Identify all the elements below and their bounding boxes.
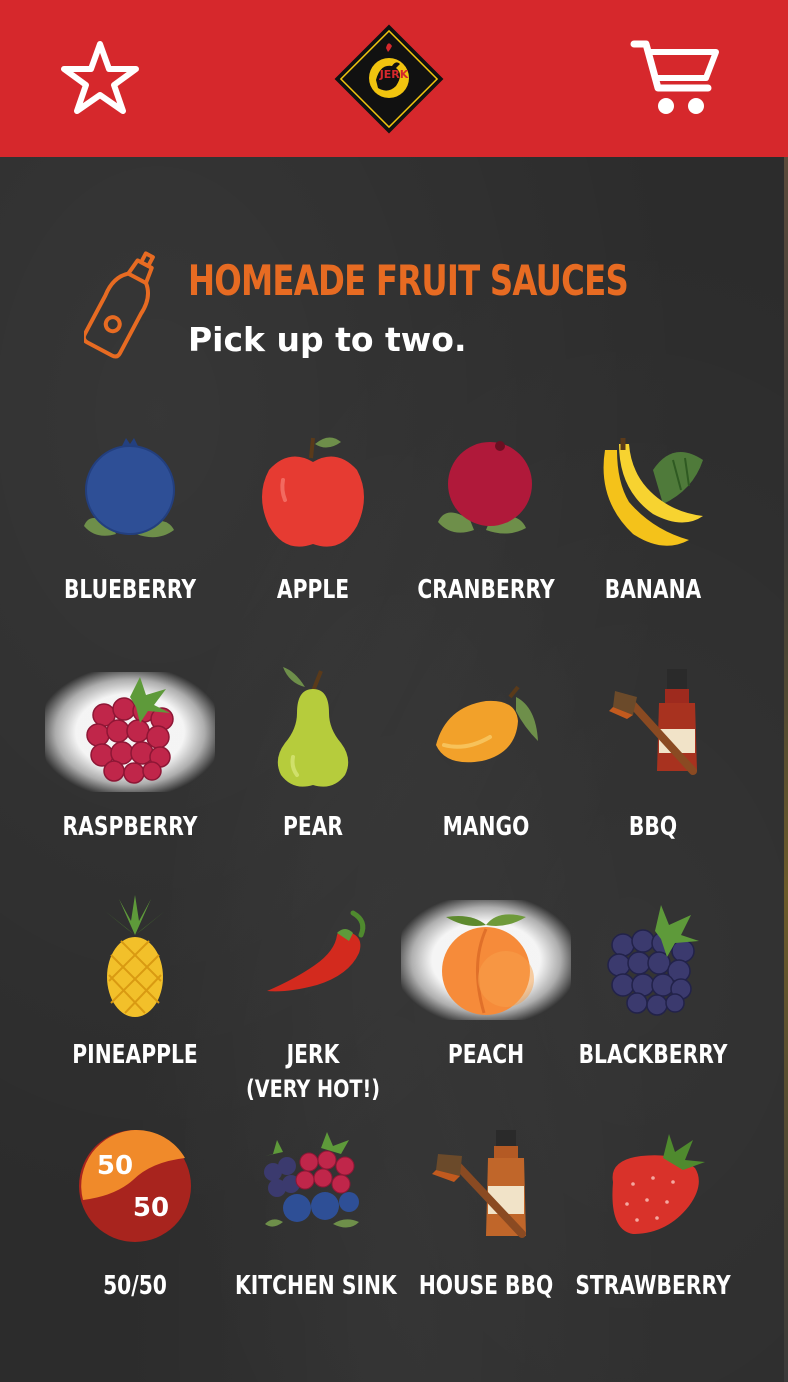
badge-top: 50 (97, 1151, 133, 1181)
sauce-option-blueberry[interactable]: BLUEBERRY (40, 430, 220, 630)
apple-icon (262, 437, 364, 547)
chili-pepper-icon (267, 910, 366, 992)
sauce-label: MANGO (442, 812, 530, 842)
sauce-label: PEACH (447, 1040, 525, 1070)
logo-label: JERK (379, 68, 409, 81)
sauce-option-pineapple[interactable]: PINEAPPLE (45, 895, 225, 1095)
favorites-button[interactable] (50, 28, 150, 128)
mango-icon (436, 685, 538, 763)
sauce-option-blackberry[interactable]: BLACKBERRY (563, 895, 743, 1095)
sauce-option-raspberry[interactable]: RASPBERRY (40, 667, 220, 867)
sauce-option-fifty-fifty[interactable]: 50 50 50/50 (45, 1126, 225, 1326)
mixed-berries-icon (264, 1132, 359, 1228)
sauce-label: CRANBERRY (417, 575, 555, 605)
sauce-option-mango[interactable]: MANGO (396, 667, 576, 867)
raspberry-icon (86, 677, 174, 784)
section-subtitle: Pick up to two. (188, 320, 467, 359)
sauce-label: STRAWBERRY (575, 1271, 731, 1301)
sauce-option-apple[interactable]: APPLE (223, 430, 403, 630)
cart-icon (630, 40, 719, 114)
sauce-picker-screen: JERK HOMEADE FRUIT SAUCES Pick up to two… (0, 0, 788, 1382)
cranberry-icon (438, 441, 532, 534)
sauce-option-house-bbq[interactable]: HOUSE BBQ (396, 1126, 576, 1326)
pineapple-icon (105, 895, 165, 1017)
badge-bottom: 50 (133, 1193, 169, 1223)
star-icon (61, 41, 139, 114)
sauce-option-peach[interactable]: PEACH (396, 895, 576, 1095)
sauce-label: BLACKBERRY (578, 1040, 728, 1070)
top-bar: JERK (0, 0, 788, 157)
sauce-label: JERK (286, 1040, 340, 1070)
sauce-label: HOUSE BBQ (418, 1271, 554, 1301)
sauce-option-jerk[interactable]: JERK (VERY HOT!) (223, 895, 403, 1103)
sauce-option-pear[interactable]: PEAR (223, 667, 403, 867)
sauce-label: KITCHEN SINK (235, 1271, 397, 1301)
section-title: HOMEADE FRUIT SAUCES (188, 256, 629, 305)
sauce-option-cranberry[interactable]: CRANBERRY (396, 430, 576, 630)
banana-icon (603, 438, 703, 546)
fifty-fifty-icon: 50 50 (79, 1129, 191, 1242)
sauce-label: RASPBERRY (62, 812, 198, 842)
sauce-option-kitchen-sink[interactable]: KITCHEN SINK (223, 1126, 403, 1326)
peach-icon (442, 914, 534, 1015)
edge-strip (784, 157, 788, 1382)
blueberry-icon (84, 438, 175, 538)
sauce-label: PEAR (282, 812, 344, 842)
house-bbq-icon (432, 1130, 526, 1238)
sauce-label: BLUEBERRY (63, 575, 197, 605)
sauce-bottle-icon (84, 251, 155, 359)
sauce-label: APPLE (276, 575, 350, 605)
cart-button[interactable] (626, 28, 726, 128)
sauce-option-bbq[interactable]: BBQ (563, 667, 743, 867)
sauce-label: BBQ (628, 812, 678, 842)
sauce-option-strawberry[interactable]: STRAWBERRY (563, 1126, 743, 1326)
sauce-label: BANANA (604, 575, 702, 605)
pear-icon (277, 667, 349, 787)
sauce-label: 50/50 (103, 1271, 167, 1301)
blackberry-icon (607, 905, 699, 1016)
sauce-note: (VERY HOT!) (245, 1075, 381, 1103)
bbq-sauce-icon (609, 669, 697, 775)
sauce-label: PINEAPPLE (72, 1040, 198, 1070)
strawberry-icon (612, 1134, 705, 1234)
sauce-option-banana[interactable]: BANANA (563, 430, 743, 630)
